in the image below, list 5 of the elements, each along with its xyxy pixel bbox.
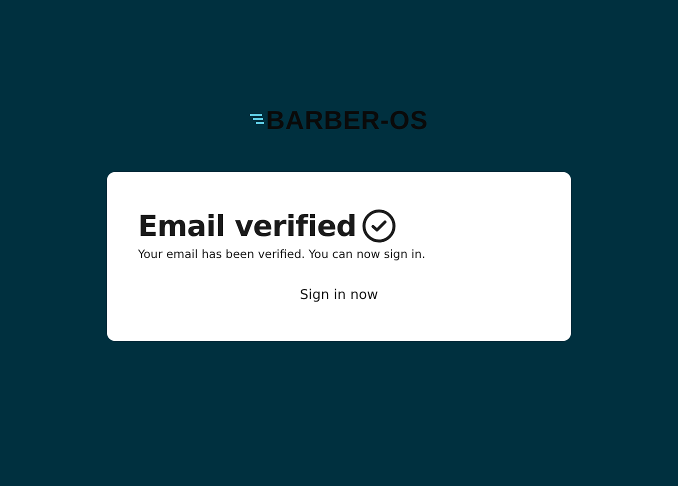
verification-message: Your email has been verified. You can now sign in. — [138, 247, 426, 261]
card-title: Email verified — [138, 209, 356, 243]
sign-in-link[interactable]: Sign in now — [300, 287, 378, 303]
check-circle-icon — [362, 209, 396, 243]
speed-lines-icon — [250, 114, 264, 124]
